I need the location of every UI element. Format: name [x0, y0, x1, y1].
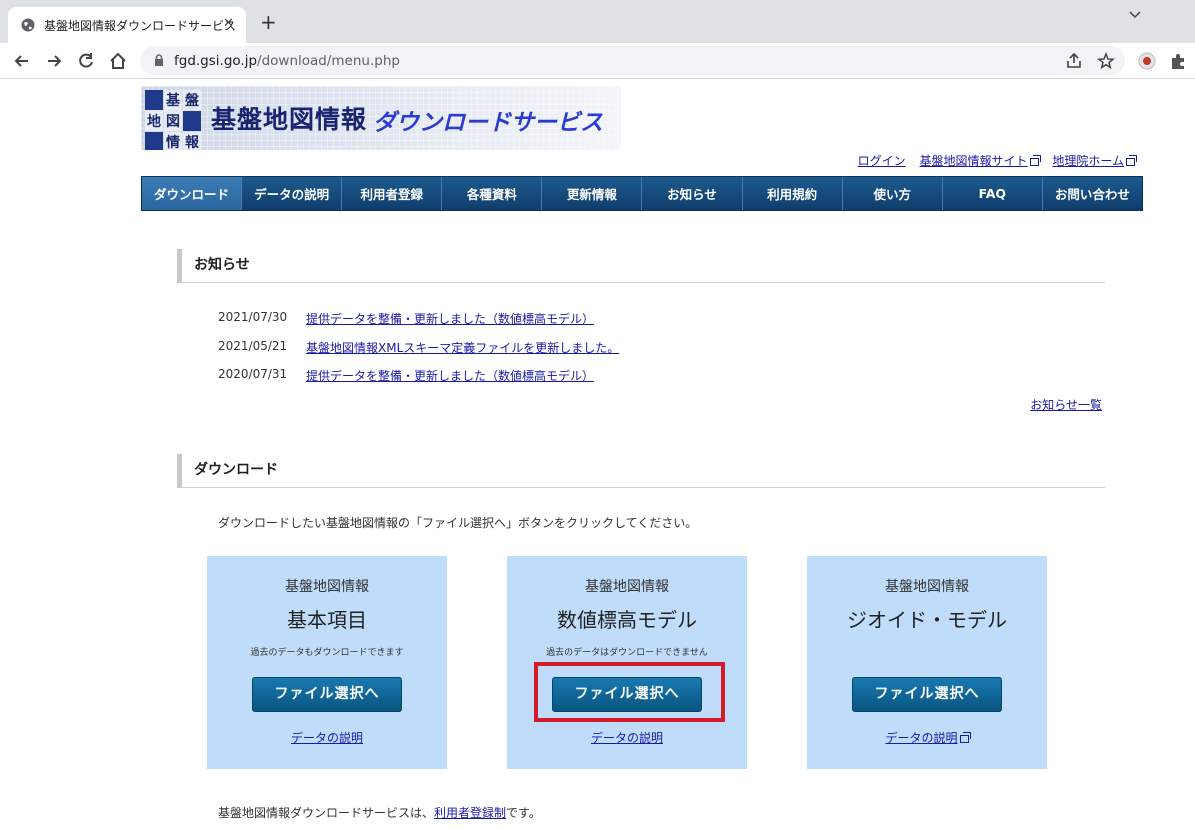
- news-link[interactable]: 提供データを整備・更新しました（数値標高モデル）: [306, 367, 594, 396]
- data-description-link[interactable]: データの説明: [207, 729, 447, 746]
- puzzle-icon[interactable]: [1169, 52, 1187, 70]
- logo-char: 基: [164, 90, 182, 110]
- share-icon[interactable]: [1065, 52, 1083, 70]
- news-link[interactable]: 基盤地図情報XMLスキーマ定義ファイルを更新しました。: [306, 339, 619, 368]
- lock-icon[interactable]: [154, 54, 164, 66]
- card-note: 過去のデータもダウンロードできます: [250, 648, 404, 658]
- bookmark-star-icon[interactable]: [1097, 52, 1115, 70]
- news-link[interactable]: 提供データを整備・更新しました（数値標高モデル）: [306, 310, 594, 339]
- card-subtitle: 基盤地図情報: [585, 579, 669, 595]
- login-link[interactable]: ログイン: [858, 154, 906, 168]
- forward-arrow-icon[interactable]: [44, 51, 64, 71]
- gsi-home-link[interactable]: 地理院ホーム: [1052, 154, 1137, 168]
- url-path: /download/menu.php: [257, 53, 400, 69]
- browser-tab[interactable]: 基盤地図情報ダウンロードサービス ✕: [8, 7, 246, 43]
- nav-documents[interactable]: 各種資料: [442, 177, 543, 210]
- data-description-link-label: データの説明: [885, 731, 958, 745]
- url-host: fgd.gsi.go.jp: [174, 53, 258, 69]
- logo-char: 図: [164, 111, 182, 131]
- card-basic-items: 基盤地図情報 基本項目 過去のデータもダウンロードできます ファイル選択へ デー…: [207, 556, 447, 769]
- nav-contact[interactable]: お問い合わせ: [1043, 177, 1142, 210]
- site-title: 基盤地図情報: [211, 105, 368, 134]
- download-heading: ダウンロード: [177, 454, 1105, 488]
- file-select-button[interactable]: ファイル選択へ: [852, 677, 1002, 712]
- url-text[interactable]: fgd.gsi.go.jp/download/menu.php: [174, 53, 400, 69]
- data-description-link[interactable]: データの説明: [507, 729, 747, 746]
- main-nav: ダウンロード データの説明 利用者登録 各種資料 更新情報 お知らせ 利用規約 …: [141, 176, 1143, 211]
- nav-updates[interactable]: 更新情報: [542, 177, 643, 210]
- news-date: 2021/05/21: [218, 338, 288, 353]
- logo-char: 報: [183, 132, 201, 150]
- header-links: ログイン 基盤地図情報サイト 地理院ホーム: [848, 152, 1137, 169]
- globe-icon: [21, 18, 35, 32]
- user-registration-link[interactable]: 利用者登録制: [434, 806, 506, 820]
- registration-note-suffix: です。: [506, 806, 541, 820]
- news-item: 2020/07/31 提供データを整備・更新しました（数値標高モデル）: [218, 367, 619, 396]
- gsi-home-link-label: 地理院ホーム: [1052, 154, 1124, 168]
- card-subtitle: 基盤地図情報: [885, 579, 969, 595]
- news-heading: お知らせ: [177, 249, 1105, 283]
- home-icon[interactable]: [108, 51, 128, 71]
- logo-cell: [183, 111, 201, 131]
- external-link-icon: [1126, 154, 1137, 166]
- data-description-link[interactable]: データの説明: [807, 729, 1047, 746]
- fgd-site-link[interactable]: 基盤地図情報サイト: [919, 154, 1041, 168]
- site-banner[interactable]: 基 盤 地 図 情 報 基盤地図情報 ダウンロードサービス: [141, 86, 621, 150]
- back-arrow-icon[interactable]: [12, 51, 32, 71]
- page-content: 基 盤 地 図 情 報 基盤地図情報 ダウンロードサービス ログイン 基盤地図情…: [0, 80, 1195, 829]
- logo-cell: [145, 90, 163, 110]
- new-tab-button[interactable]: +: [260, 12, 277, 32]
- logo-cell: [145, 132, 163, 150]
- card-note: 過去のデータはダウンロードできません: [546, 648, 708, 658]
- download-instructions: ダウンロードしたい基盤地図情報の「ファイル選択へ」ボタンをクリックしてください。: [218, 516, 698, 530]
- site-subtitle: ダウンロードサービス: [373, 109, 603, 136]
- site-logo: 基 盤 地 図 情 報: [145, 90, 201, 150]
- logo-char: 情: [164, 132, 182, 150]
- fgd-site-link-label: 基盤地図情報サイト: [919, 154, 1028, 168]
- nav-data-description[interactable]: データの説明: [242, 177, 343, 210]
- close-tab-icon[interactable]: ✕: [223, 16, 234, 31]
- card-subtitle: 基盤地図情報: [285, 579, 369, 595]
- file-select-button[interactable]: ファイル選択へ: [252, 677, 402, 712]
- nav-user-registration[interactable]: 利用者登録: [342, 177, 443, 210]
- browser-tab-bar: 基盤地図情報ダウンロードサービス ✕ +: [0, 0, 1195, 43]
- card-title: ジオイド・モデル: [847, 608, 1007, 632]
- news-item: 2021/05/21 基盤地図情報XMLスキーマ定義ファイルを更新しました。: [218, 339, 619, 368]
- reload-icon[interactable]: [76, 51, 96, 71]
- nav-faq[interactable]: FAQ: [943, 177, 1043, 210]
- news-date: 2021/07/30: [218, 310, 288, 324]
- address-bar[interactable]: fgd.gsi.go.jp/download/menu.php: [140, 46, 1125, 75]
- external-link-icon: [959, 731, 971, 743]
- nav-download[interactable]: ダウンロード: [142, 177, 243, 210]
- news-list: 2021/07/30 提供データを整備・更新しました（数値標高モデル） 2021…: [218, 310, 619, 396]
- chevron-down-icon[interactable]: [1128, 7, 1142, 21]
- card-geoid-model: 基盤地図情報 ジオイド・モデル ファイル選択へ データの説明: [807, 556, 1047, 769]
- logo-char: 地: [145, 111, 163, 131]
- external-link-icon: [1029, 154, 1041, 166]
- nav-news[interactable]: お知らせ: [642, 177, 743, 210]
- registration-note-text: 基盤地図情報ダウンロードサービスは、: [218, 806, 435, 820]
- logo-char: 盤: [183, 90, 201, 110]
- highlight-box: [534, 662, 725, 722]
- nav-terms[interactable]: 利用規約: [743, 177, 843, 210]
- news-item: 2021/07/30 提供データを整備・更新しました（数値標高モデル）: [218, 310, 619, 339]
- tab-title: 基盤地図情報ダウンロードサービス: [44, 19, 237, 33]
- registration-note: 基盤地図情報ダウンロードサービスは、利用者登録制です。: [218, 804, 541, 821]
- card-title: 基本項目: [287, 608, 367, 632]
- card-title: 数値標高モデル: [557, 608, 697, 632]
- browser-toolbar: fgd.gsi.go.jp/download/menu.php: [0, 43, 1195, 79]
- news-list-link[interactable]: お知らせ一覧: [1030, 396, 1102, 413]
- news-date: 2020/07/31: [218, 367, 288, 381]
- nav-usage[interactable]: 使い方: [843, 177, 943, 210]
- extension-icon[interactable]: [1138, 52, 1156, 70]
